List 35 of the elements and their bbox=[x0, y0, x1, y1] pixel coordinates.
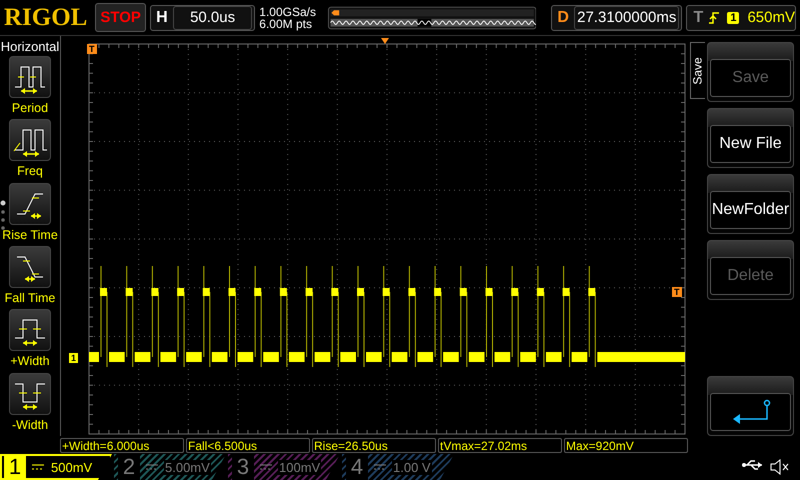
usb-icon bbox=[742, 459, 764, 471]
dc-coupling-icon bbox=[260, 464, 272, 470]
channel-tab[interactable]: 4 1.00 V bbox=[342, 454, 454, 480]
measurement-readout: tVmax=27.02ms bbox=[438, 438, 562, 452]
delay-display: D 27.3100000ms bbox=[551, 4, 682, 30]
trigger-position-icon bbox=[381, 38, 389, 44]
return-button[interactable] bbox=[707, 376, 794, 436]
channel-tab[interactable]: 2 5.00mV bbox=[114, 454, 226, 480]
memory-depth: 6.00M pts bbox=[259, 18, 313, 30]
trigger-level: 650mV bbox=[747, 9, 795, 26]
measurement-readout: Max=920mV bbox=[564, 438, 688, 452]
measurement-readout: Fall<6.500us bbox=[186, 438, 310, 452]
softkey[interactable]: NewFolder bbox=[707, 174, 794, 234]
trigger-level-marker: T bbox=[672, 287, 682, 297]
measurement-readout: +Width=6.000us bbox=[60, 438, 184, 452]
dc-coupling-icon bbox=[32, 464, 44, 470]
channel-tab[interactable]: 3 100mV bbox=[228, 454, 340, 480]
trigger-display: T 1 650mV bbox=[686, 4, 796, 30]
page-indicator-icon bbox=[0, 200, 6, 232]
speaker-muted-icon bbox=[770, 459, 790, 475]
rising-edge-icon bbox=[709, 10, 720, 24]
channel-tab[interactable]: 1 500mV bbox=[0, 454, 112, 480]
dc-coupling-icon bbox=[146, 464, 158, 470]
run-state[interactable]: STOP bbox=[95, 3, 146, 32]
trigger-time-marker: T bbox=[87, 44, 96, 54]
return-arrow-icon bbox=[730, 399, 770, 425]
brand-logo: RIGOL bbox=[4, 4, 88, 32]
trigger-source: 1 bbox=[727, 12, 740, 24]
measurement-readout: Rise=26.50us bbox=[312, 438, 436, 452]
softkey[interactable]: New File bbox=[707, 108, 794, 168]
menu-title: Horizontal bbox=[0, 39, 60, 54]
channel-marker: 1 bbox=[69, 353, 78, 363]
dc-coupling-icon bbox=[374, 464, 386, 470]
timebase-display: H 50.0us bbox=[150, 4, 256, 30]
sample-rate: 1.00GSa/s bbox=[259, 6, 317, 18]
